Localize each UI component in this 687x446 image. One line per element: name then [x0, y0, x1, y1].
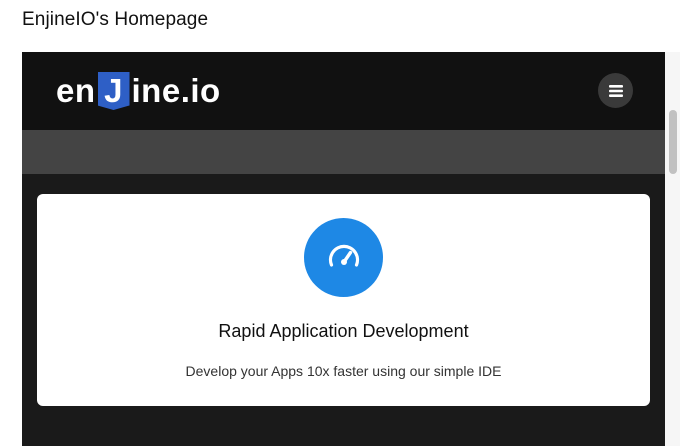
hamburger-menu-icon — [608, 84, 623, 97]
enjine-logo[interactable]: en J ine.io — [56, 71, 221, 111]
features-section: Rapid Application Development Develop yo… — [22, 174, 665, 446]
website-frame: en J ine.io Rapid Application Developmen… — [22, 52, 665, 446]
scrollbar-thumb[interactable] — [669, 110, 677, 174]
feature-title: Rapid Application Development — [218, 321, 469, 341]
logo-text-prefix: en — [56, 72, 96, 109]
hero-banner — [22, 130, 665, 174]
navbar: en J ine.io — [22, 52, 665, 130]
speedometer-icon — [328, 244, 359, 267]
feature-card: Rapid Application Development Develop yo… — [37, 194, 650, 406]
vertical-scrollbar[interactable] — [665, 52, 680, 446]
menu-button[interactable] — [598, 73, 633, 108]
feature-description: Develop your Apps 10x faster using our s… — [185, 363, 502, 379]
page-title: EnjineIO's Homepage — [22, 9, 209, 30]
logo-text-suffix: ine.io — [131, 72, 221, 109]
feature-icon-circle — [304, 218, 383, 297]
logo-j-shield: J — [97, 72, 130, 110]
